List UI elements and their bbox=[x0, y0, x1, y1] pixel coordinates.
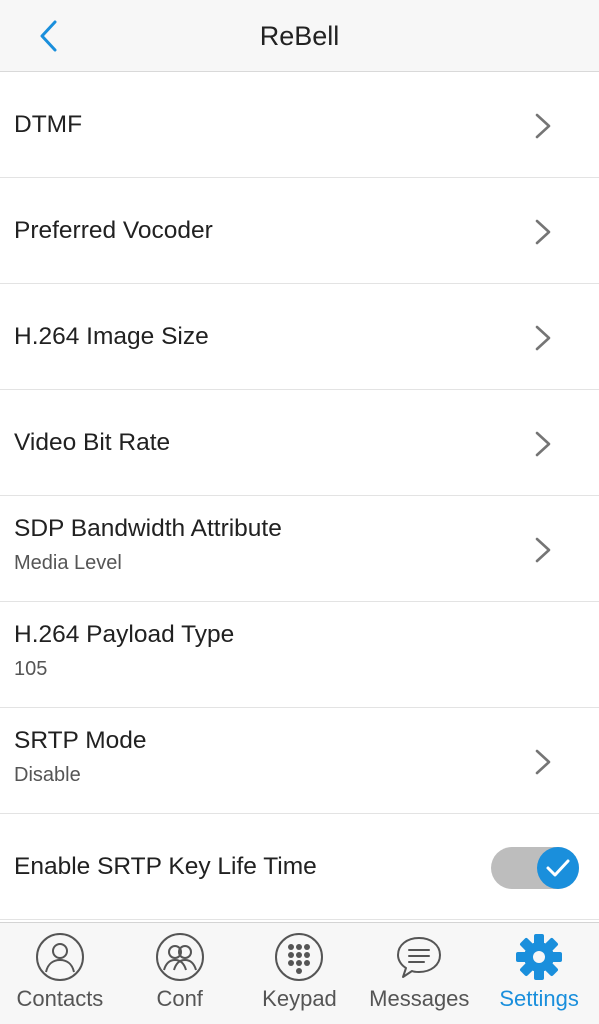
chevron-right-icon bbox=[535, 537, 551, 563]
srtp-key-life-time-toggle[interactable] bbox=[491, 847, 579, 889]
tab-label: Keypad bbox=[262, 986, 337, 1011]
tab-contacts[interactable]: Contacts bbox=[0, 923, 120, 1024]
tab-messages[interactable]: Messages bbox=[359, 923, 479, 1024]
setting-label: H.264 Payload Type bbox=[14, 621, 235, 648]
tab-label: Conf bbox=[156, 986, 203, 1011]
setting-label: Video Bit Rate bbox=[14, 429, 171, 456]
setting-label: Enable SRTP Key Life Time bbox=[14, 853, 317, 880]
setting-value: Media Level bbox=[14, 552, 122, 574]
keypad-icon bbox=[275, 933, 324, 981]
chevron-right-icon bbox=[535, 113, 551, 139]
setting-row-preferred-vocoder[interactable]: Preferred Vocoder bbox=[0, 178, 599, 284]
setting-label: SDP Bandwidth Attribute bbox=[14, 515, 282, 542]
setting-row-h264-payload-type[interactable]: H.264 Payload Type 105 bbox=[0, 602, 599, 708]
chevron-right-icon bbox=[535, 431, 551, 457]
setting-label: Preferred Vocoder bbox=[14, 217, 213, 244]
group-icon bbox=[155, 933, 204, 981]
tab-settings[interactable]: Settings bbox=[479, 923, 599, 1024]
setting-row-dtmf[interactable]: DTMF bbox=[0, 72, 599, 178]
tab-label: Messages bbox=[369, 986, 470, 1011]
bottom-tab-bar: Contacts Conf Keypad Messages Settings bbox=[0, 922, 599, 1024]
setting-row-enable-srtp-key-life-time: Enable SRTP Key Life Time bbox=[0, 814, 599, 920]
setting-label: SRTP Mode bbox=[14, 727, 147, 754]
chevron-right-icon bbox=[535, 749, 551, 775]
toggle-knob bbox=[537, 847, 579, 889]
setting-row-video-bit-rate[interactable]: Video Bit Rate bbox=[0, 390, 599, 496]
setting-row-h264-image-size[interactable]: H.264 Image Size bbox=[0, 284, 599, 390]
tab-label: Settings bbox=[499, 986, 579, 1011]
chat-bubble-icon bbox=[397, 937, 442, 978]
setting-label: H.264 Image Size bbox=[14, 323, 209, 350]
chevron-right-icon bbox=[535, 219, 551, 245]
settings-list: DTMF Preferred Vocoder H.264 Image Size … bbox=[0, 72, 599, 920]
tab-label: Contacts bbox=[16, 986, 104, 1011]
page-title: ReBell bbox=[259, 21, 340, 51]
setting-row-sdp-bandwidth-attribute[interactable]: SDP Bandwidth Attribute Media Level bbox=[0, 496, 599, 602]
chevron-right-icon bbox=[535, 325, 551, 351]
gear-icon bbox=[516, 934, 563, 980]
checkmark-icon bbox=[546, 859, 570, 877]
app-header: ReBell bbox=[0, 0, 599, 72]
setting-value: 105 bbox=[14, 658, 48, 680]
setting-row-srtp-mode[interactable]: SRTP Mode Disable bbox=[0, 708, 599, 814]
setting-value: Disable bbox=[14, 764, 81, 786]
setting-label: DTMF bbox=[14, 111, 83, 138]
tab-keypad[interactable]: Keypad bbox=[240, 923, 360, 1024]
tab-conf[interactable]: Conf bbox=[120, 923, 240, 1024]
person-icon bbox=[35, 933, 84, 981]
